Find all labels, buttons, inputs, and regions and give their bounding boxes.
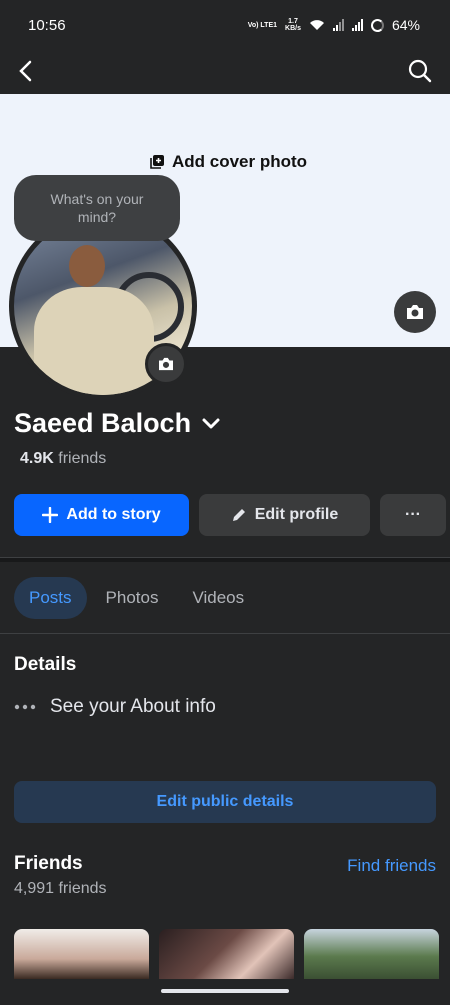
see-about-info-row[interactable]: See your About info (14, 696, 216, 718)
add-cover-photo-button[interactable]: Add cover photo (150, 152, 307, 172)
profile-name-row[interactable]: Saeed Baloch (14, 408, 221, 439)
cover-camera-button[interactable] (394, 291, 436, 333)
add-to-story-label: Add to story (66, 506, 161, 523)
friends-word: friends (58, 450, 107, 467)
add-to-story-button[interactable]: Add to story (14, 494, 189, 536)
signal-icon-2 (351, 19, 363, 31)
speed-value: 1.7 (288, 18, 298, 25)
search-icon (408, 59, 432, 82)
pencil-icon (232, 509, 245, 521)
camera-icon (407, 305, 423, 319)
friends-heading: Friends (14, 853, 83, 874)
whats-on-your-mind-bubble[interactable]: What's on your mind? (14, 175, 180, 241)
signal-icon-1 (332, 19, 344, 31)
profile-tabs: Posts Photos Videos (14, 577, 259, 619)
tab-photos[interactable]: Photos (91, 577, 174, 619)
profile-actions: Add to story Edit profile ··· (14, 494, 446, 536)
edit-public-details-button[interactable]: Edit public details (14, 781, 436, 823)
plus-icon (42, 507, 59, 523)
friends-count-short: 4.9K (20, 450, 54, 467)
section-divider (0, 557, 450, 562)
see-about-info-label: See your About info (50, 696, 216, 717)
battery-level: 64% (391, 17, 420, 33)
mind-text: What's on your mind? (50, 191, 144, 225)
friends-total: 4,991 friends (14, 880, 107, 897)
add-photo-icon (150, 155, 164, 169)
search-button[interactable] (408, 59, 432, 86)
profile-camera-button[interactable] (145, 343, 187, 385)
find-friends-link[interactable]: Find friends (347, 856, 436, 876)
friends-grid (14, 929, 439, 979)
add-cover-label: Add cover photo (172, 152, 308, 171)
battery-icon (370, 18, 384, 32)
friends-summary[interactable]: 4.9K friends (20, 450, 106, 468)
edit-profile-button[interactable]: Edit profile (199, 494, 370, 536)
chevron-down-icon[interactable] (201, 417, 221, 431)
tab-videos[interactable]: Videos (177, 577, 259, 619)
friend-thumbnail[interactable] (304, 929, 439, 979)
status-icons: Vo) LTE1 1.7 KB/s 64% (248, 17, 420, 33)
network-speed: 1.7 KB/s (285, 18, 301, 32)
friend-thumbnail[interactable] (14, 929, 149, 979)
camera-icon (159, 357, 173, 371)
details-heading: Details (14, 654, 77, 675)
edit-profile-label: Edit profile (254, 506, 339, 523)
more-options-button[interactable]: ··· (380, 494, 446, 536)
tab-posts[interactable]: Posts (14, 577, 87, 619)
profile-name: Saeed Baloch (14, 408, 192, 438)
wifi-icon (309, 20, 324, 30)
friend-thumbnail[interactable] (159, 929, 294, 979)
status-bar: 10:56 Vo) LTE1 1.7 KB/s 64% (0, 0, 450, 50)
home-indicator[interactable] (161, 989, 289, 993)
more-dots-icon (14, 704, 36, 710)
tabs-divider (0, 633, 450, 634)
lte-indicator: Vo) LTE1 (247, 21, 278, 29)
status-time: 10:56 (28, 16, 66, 34)
speed-unit: KB/s (285, 25, 301, 32)
back-button[interactable] (18, 60, 32, 85)
more-dots-icon: ··· (405, 506, 421, 523)
app-bar (0, 50, 450, 94)
back-arrow-icon (19, 60, 32, 81)
